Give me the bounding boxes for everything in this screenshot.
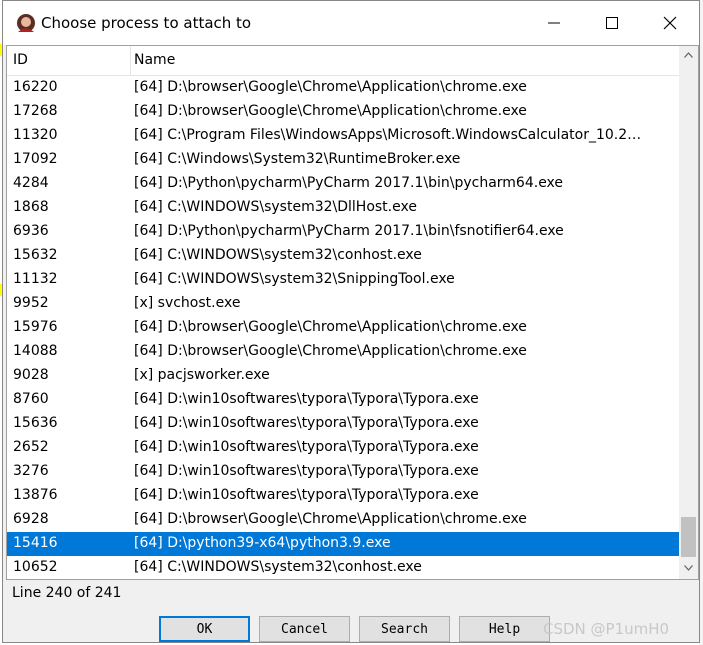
scroll-thumb[interactable] [681, 517, 696, 557]
column-divider[interactable] [130, 46, 131, 75]
process-id-cell: 9952 [13, 295, 49, 311]
process-name-cell: [64] D:\browser\Google\Chrome\Applicatio… [134, 343, 527, 359]
process-id-cell: 11320 [13, 127, 58, 143]
app-avatar-icon [17, 14, 35, 32]
maximize-button[interactable] [583, 1, 641, 45]
process-id-cell: 2652 [13, 439, 49, 455]
process-name-cell: [64] D:\python39-x64\python3.9.exe [134, 535, 391, 551]
process-id-cell: 8760 [13, 391, 49, 407]
process-name-cell: [64] C:\Program Files\WindowsApps\Micros… [134, 127, 642, 143]
process-name-cell: [64] C:\WINDOWS\system32\SnippingTool.ex… [134, 271, 455, 287]
column-header-id[interactable]: ID [13, 52, 28, 68]
dialog-title: Choose process to attach to [41, 14, 252, 32]
process-name-cell: [x] pacjsworker.exe [134, 367, 270, 383]
process-id-cell: 6928 [13, 511, 49, 527]
table-row[interactable]: 15636 [64] D:\win10softwares\typora\Typor… [7, 412, 679, 436]
table-row[interactable]: 11320 [64] C:\Program Files\WindowsApps\M… [7, 124, 679, 148]
table-row[interactable]: 10652 [64] C:\WINDOWS\system32\conhost.ex… [7, 556, 679, 579]
table-row[interactable]: 17268 [64] D:\browser\Google\Chrome\Appli… [7, 100, 679, 124]
process-id-cell: 3276 [13, 463, 49, 479]
process-name-cell: [64] D:\win10softwares\typora\Typora\Typ… [134, 391, 479, 407]
table-row[interactable]: 8760 [64] D:\win10softwares\typora\Typora… [7, 388, 679, 412]
maximize-icon [606, 17, 618, 29]
process-name-cell: [64] D:\win10softwares\typora\Typora\Typ… [134, 487, 479, 503]
process-name-cell: [64] D:\Python\pycharm\PyCharm 2017.1\bi… [134, 175, 564, 191]
table-row[interactable]: 4284 [64] D:\Python\pycharm\PyCharm 2017.… [7, 172, 679, 196]
process-id-cell: 17092 [13, 151, 58, 167]
process-id-cell: 15976 [13, 319, 58, 335]
scroll-down-button[interactable] [679, 559, 698, 576]
table-row[interactable]: 15632 [64] C:\WINDOWS\system32\conhost.ex… [7, 244, 679, 268]
table-row[interactable]: 9028 [x] pacjsworker.exe [7, 364, 679, 388]
table-row[interactable]: 6928 [64] D:\browser\Google\Chrome\Applic… [7, 508, 679, 532]
process-id-cell: 16220 [13, 79, 58, 95]
process-name-cell: [64] D:\win10softwares\typora\Typora\Typ… [134, 415, 479, 431]
table-row[interactable]: 6936 [64] D:\Python\pycharm\PyCharm 2017.… [7, 220, 679, 244]
process-id-cell: 6936 [13, 223, 49, 239]
table-row[interactable]: 14088 [64] D:\browser\Google\Chrome\Appli… [7, 340, 679, 364]
process-name-cell: [64] C:\WINDOWS\system32\conhost.exe [134, 559, 422, 575]
process-id-cell: 4284 [13, 175, 49, 191]
process-rows: 16220 [64] D:\browser\Google\Chrome\Appli… [7, 76, 679, 579]
title-bar[interactable]: Choose process to attach to [3, 1, 699, 45]
process-name-cell: [64] D:\browser\Google\Chrome\Applicatio… [134, 103, 527, 119]
table-row[interactable]: 15976 [64] D:\browser\Google\Chrome\Appli… [7, 316, 679, 340]
minimize-button[interactable] [525, 1, 583, 45]
chevron-up-icon [684, 51, 693, 58]
table-row[interactable]: 17092 [64] C:\Windows\System32\RuntimeBro… [7, 148, 679, 172]
process-id-cell: 10652 [13, 559, 58, 575]
table-row[interactable]: 1868 [64] C:\WINDOWS\system32\DllHost.exe [7, 196, 679, 220]
table-row[interactable]: 13876 [64] D:\win10softwares\typora\Typor… [7, 484, 679, 508]
process-name-cell: [64] D:\win10softwares\typora\Typora\Typ… [134, 463, 479, 479]
process-id-cell: 15632 [13, 247, 58, 263]
process-name-cell: [64] D:\win10softwares\typora\Typora\Typ… [134, 439, 479, 455]
chevron-down-icon [684, 564, 693, 571]
table-row[interactable]: 16220 [64] D:\browser\Google\Chrome\Appli… [7, 76, 679, 100]
close-button[interactable] [641, 1, 699, 45]
process-id-cell: 15636 [13, 415, 58, 431]
process-id-cell: 15416 [13, 535, 58, 551]
table-row[interactable]: 2652 [64] D:\win10softwares\typora\Typora… [7, 436, 679, 460]
vertical-scrollbar[interactable] [679, 46, 698, 579]
search-button[interactable]: Search [359, 616, 450, 642]
list-header: ID Name [7, 46, 679, 76]
process-id-cell: 13876 [13, 487, 58, 503]
process-name-cell: [x] svchost.exe [134, 295, 241, 311]
process-name-cell: [64] D:\browser\Google\Chrome\Applicatio… [134, 319, 527, 335]
process-list[interactable]: ID Name 16220 [64] D:\browser\Google\Chro… [6, 45, 699, 580]
process-id-cell: 14088 [13, 343, 58, 359]
attach-process-dialog: Choose process to attach to ID Name 1622… [2, 0, 700, 643]
table-row[interactable]: 11132 [64] C:\WINDOWS\system32\SnippingTo… [7, 268, 679, 292]
process-id-cell: 17268 [13, 103, 58, 119]
process-id-cell: 1868 [13, 199, 49, 215]
minimize-icon [548, 22, 560, 24]
table-row-selected[interactable]: 15416 [64] D:\python39-x64\python3.9.exe [7, 532, 679, 556]
process-id-cell: 9028 [13, 367, 49, 383]
process-id-cell: 11132 [13, 271, 58, 287]
watermark: CSDN @P1umH0 [543, 620, 670, 638]
scroll-up-button[interactable] [679, 46, 698, 63]
process-name-cell: [64] C:\WINDOWS\system32\conhost.exe [134, 247, 422, 263]
process-name-cell: [64] D:\Python\pycharm\PyCharm 2017.1\bi… [134, 223, 564, 239]
table-row[interactable]: 3276 [64] D:\win10softwares\typora\Typora… [7, 460, 679, 484]
process-name-cell: [64] C:\WINDOWS\system32\DllHost.exe [134, 199, 417, 215]
process-name-cell: [64] C:\Windows\System32\RuntimeBroker.e… [134, 151, 461, 167]
ok-button[interactable]: OK [159, 616, 250, 642]
process-name-cell: [64] D:\browser\Google\Chrome\Applicatio… [134, 511, 527, 527]
table-row[interactable]: 9952 [x] svchost.exe [7, 292, 679, 316]
column-header-name[interactable]: Name [134, 52, 175, 68]
cancel-button[interactable]: Cancel [259, 616, 350, 642]
close-icon [663, 16, 677, 30]
help-button[interactable]: Help [459, 616, 550, 642]
status-line: Line 240 of 241 [12, 585, 122, 601]
process-name-cell: [64] D:\browser\Google\Chrome\Applicatio… [134, 79, 527, 95]
